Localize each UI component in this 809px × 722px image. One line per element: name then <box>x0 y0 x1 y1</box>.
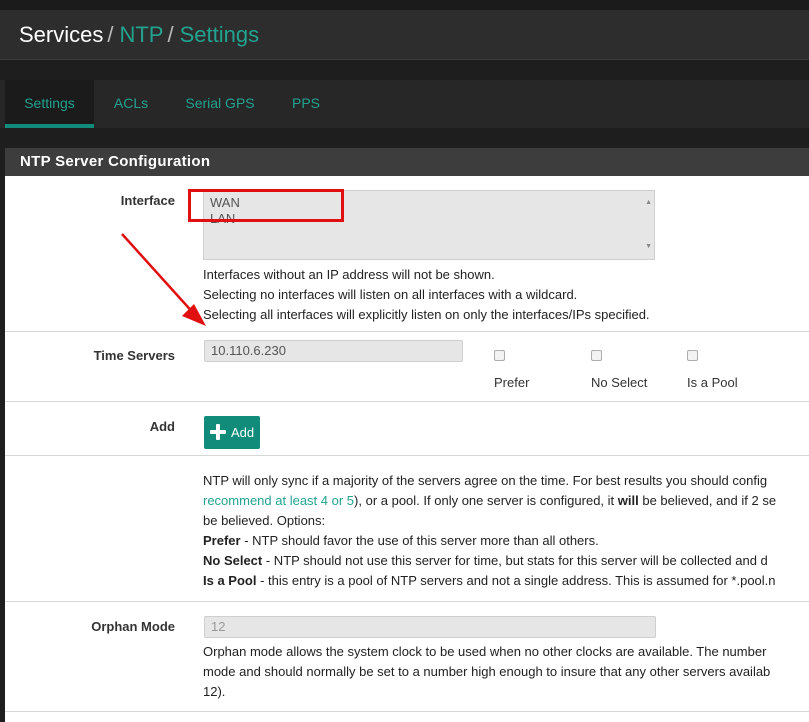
time-server-input[interactable]: 10.110.6.230 <box>204 340 463 362</box>
breadcrumb-settings-link[interactable]: Settings <box>180 22 260 48</box>
annotation-highlight-box <box>188 189 344 222</box>
pool-checkbox[interactable] <box>687 350 698 361</box>
tab-serial-gps[interactable]: Serial GPS <box>180 80 260 128</box>
noselect-label: No Select <box>591 375 648 390</box>
breadcrumb-separator: / <box>167 21 174 47</box>
plus-icon <box>210 424 226 440</box>
tab-settings[interactable]: Settings <box>5 80 94 128</box>
time-servers-label: Time Servers <box>93 348 175 363</box>
add-button-label: Add <box>231 425 255 440</box>
help-line: Prefer - NTP should favor the use of thi… <box>203 531 776 551</box>
pool-term: Is a Pool <box>203 573 257 588</box>
servers-help-row: NTP will only sync if a majority of the … <box>5 455 809 601</box>
help-emphasis: will <box>617 493 639 508</box>
breadcrumb-services: Services <box>19 21 104 47</box>
interface-help-line: Selecting all interfaces will explicitly… <box>203 307 650 322</box>
add-row: Add <box>5 401 809 455</box>
help-text: be believed, and if 2 se <box>638 493 777 508</box>
noselect-checkbox[interactable] <box>591 350 602 361</box>
help-line: recommend at least 4 or 5), or a pool. I… <box>203 491 776 511</box>
pool-desc: - this entry is a pool of NTP servers an… <box>256 573 776 588</box>
add-label: Add <box>149 419 175 434</box>
ntp-config-panel: NTP Server Configuration Interface WAN L… <box>5 148 809 722</box>
spacer <box>0 128 809 148</box>
interface-help-line: Selecting no interfaces will listen on a… <box>203 287 578 302</box>
help-text: ), or a pool. If only one server is conf… <box>354 493 618 508</box>
noselect-term: No Select <box>203 553 263 568</box>
help-line: mode and should normally be set to a num… <box>203 664 771 679</box>
spacer <box>0 60 809 80</box>
servers-help: NTP will only sync if a majority of the … <box>203 471 776 591</box>
top-strip <box>0 0 809 10</box>
scroll-down-icon[interactable]: ▼ <box>645 239 652 255</box>
help-line: NTP will only sync if a majority of the … <box>203 473 768 488</box>
breadcrumb: Services / NTP / Settings <box>0 10 809 60</box>
pool-label: Is a Pool <box>687 375 738 390</box>
time-servers-row: Time Servers 10.110.6.230 Prefer No Sele… <box>5 331 809 401</box>
help-line: be believed. Options: <box>203 513 326 528</box>
tab-bar: Settings ACLs Serial GPS PPS <box>0 80 809 128</box>
help-line: 12). <box>203 684 226 699</box>
recommend-link[interactable]: recommend at least 4 or 5 <box>203 493 354 508</box>
tab-acls[interactable]: ACLs <box>104 80 158 128</box>
prefer-term: Prefer <box>203 533 241 548</box>
next-row <box>5 711 809 722</box>
panel-title: NTP Server Configuration <box>5 148 809 176</box>
prefer-desc: - NTP should favor the use of this serve… <box>240 533 599 548</box>
breadcrumb-ntp-link[interactable]: NTP <box>119 22 163 48</box>
help-line: No Select - NTP should not use this serv… <box>203 551 776 571</box>
orphan-help: Orphan mode allows the system clock to b… <box>203 642 770 702</box>
interface-label: Interface <box>120 193 175 208</box>
prefer-label: Prefer <box>494 375 530 390</box>
breadcrumb-separator: / <box>107 21 114 47</box>
interface-help: Interfaces without an IP address will no… <box>203 265 650 325</box>
add-server-button[interactable]: Add <box>204 416 260 449</box>
help-line: Orphan mode allows the system clock to b… <box>203 644 767 659</box>
orphan-mode-label: Orphan Mode <box>91 619 175 634</box>
prefer-checkbox[interactable] <box>494 350 505 361</box>
orphan-mode-input[interactable]: 12 <box>204 616 656 638</box>
noselect-desc: - NTP should not use this server for tim… <box>262 553 768 568</box>
tab-pps[interactable]: PPS <box>284 80 328 128</box>
interface-row: Interface WAN LAN ▲ ▼ Interfaces without… <box>5 176 809 331</box>
help-line: Is a Pool - this entry is a pool of NTP … <box>203 571 776 591</box>
interface-help-line: Interfaces without an IP address will no… <box>203 267 495 282</box>
orphan-mode-row: Orphan Mode 12 Orphan mode allows the sy… <box>5 601 809 711</box>
scroll-up-icon[interactable]: ▲ <box>645 195 652 211</box>
